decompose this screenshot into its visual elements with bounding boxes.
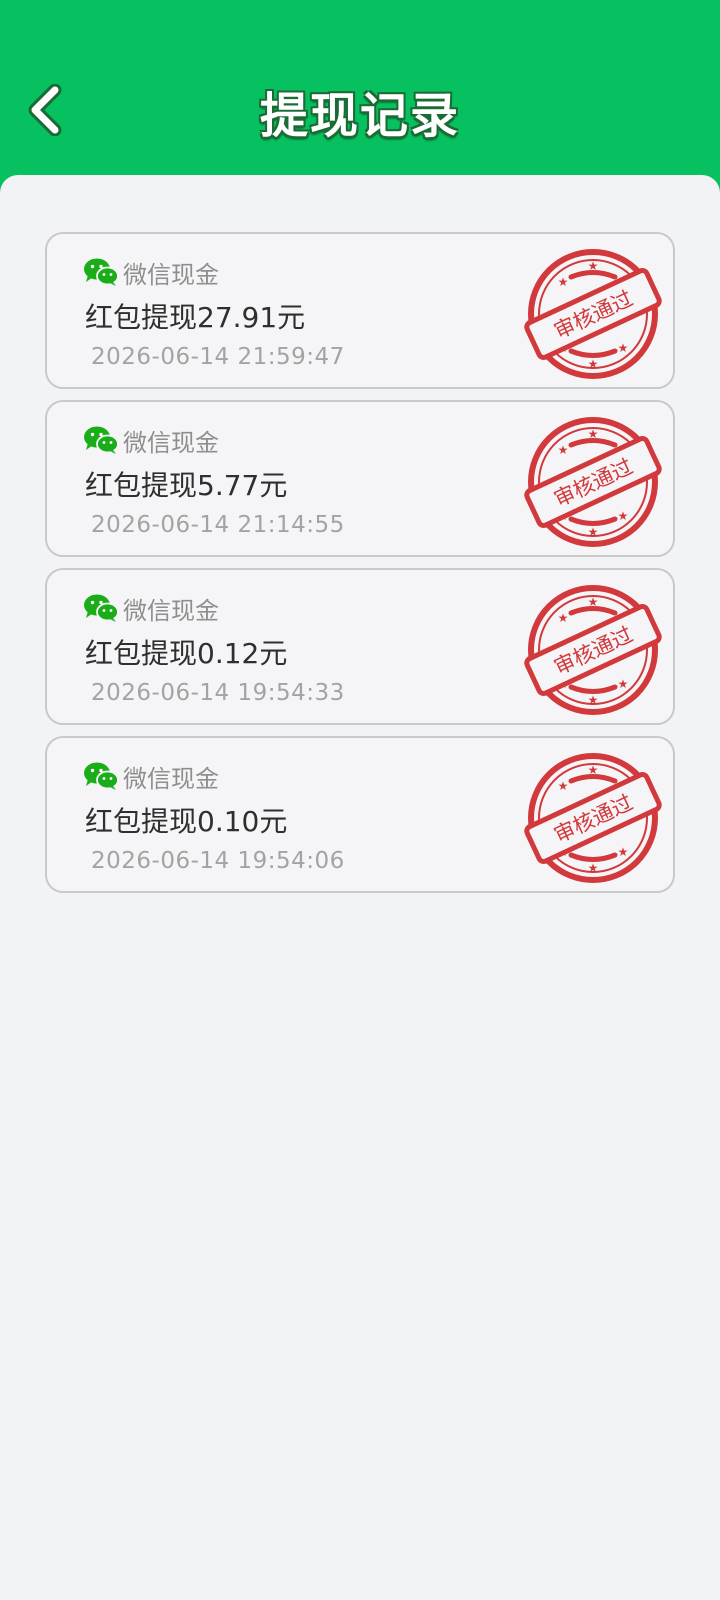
record-card[interactable]: 微信现金 红包提现27.91元 2026-06-14 21:59:47 ★ ★ … (45, 232, 675, 389)
svg-text:★: ★ (558, 443, 569, 457)
channel: 微信现金 (83, 758, 219, 794)
app-header: 提现记录 (0, 0, 720, 200)
svg-text:★: ★ (618, 845, 629, 859)
channel-label: 微信现金 (123, 428, 219, 457)
approved-stamp: ★ ★ ★ ★ ★ ★ 审核通过 (524, 585, 662, 715)
svg-text:★: ★ (588, 427, 599, 441)
wechat-icon (84, 762, 119, 790)
withdrawal-amount: 红包提现27.91元 (85, 301, 306, 334)
withdrawal-amount: 红包提现5.77元 (85, 469, 288, 502)
channel-label: 微信现金 (123, 596, 219, 625)
content-panel: 微信现金 红包提现27.91元 2026-06-14 21:59:47 ★ ★ … (0, 175, 720, 1600)
svg-text:★: ★ (618, 341, 629, 355)
page-title: 提现记录 (259, 88, 460, 144)
channel-label: 微信现金 (123, 764, 219, 793)
approved-stamp: ★ ★ ★ ★ ★ ★ 审核通过 (524, 417, 662, 547)
approved-stamp: ★ ★ ★ ★ ★ ★ 审核通过 (524, 753, 662, 883)
channel-label: 微信现金 (123, 260, 219, 289)
wechat-icon (84, 426, 119, 454)
withdrawal-amount: 红包提现0.10元 (85, 805, 288, 838)
withdrawal-time: 2026-06-14 21:59:47 (91, 344, 345, 370)
withdrawal-record-list: 微信现金 红包提现27.91元 2026-06-14 21:59:47 ★ ★ … (45, 232, 675, 904)
channel: 微信现金 (83, 254, 219, 290)
svg-text:★: ★ (588, 693, 599, 707)
withdrawal-amount: 红包提现0.12元 (85, 637, 288, 670)
approved-stamp: ★ ★ ★ ★ ★ ★ 审核通过 (524, 249, 662, 379)
svg-text:★: ★ (588, 595, 599, 609)
wechat-icon (84, 258, 119, 286)
withdrawal-time: 2026-06-14 21:14:55 (91, 512, 345, 538)
withdrawal-time: 2026-06-14 19:54:06 (91, 848, 345, 874)
svg-text:★: ★ (588, 861, 599, 875)
withdrawal-time: 2026-06-14 19:54:33 (91, 680, 345, 706)
channel: 微信现金 (83, 422, 219, 458)
svg-text:★: ★ (588, 525, 599, 539)
svg-text:★: ★ (618, 509, 629, 523)
svg-text:★: ★ (558, 611, 569, 625)
record-card[interactable]: 微信现金 红包提现5.77元 2026-06-14 21:14:55 ★ ★ ★… (45, 400, 675, 557)
record-card[interactable]: 微信现金 红包提现0.10元 2026-06-14 19:54:06 ★ ★ ★… (45, 736, 675, 893)
svg-text:★: ★ (588, 357, 599, 371)
svg-text:★: ★ (618, 677, 629, 691)
svg-text:★: ★ (588, 763, 599, 777)
svg-text:★: ★ (558, 275, 569, 289)
svg-text:★: ★ (588, 259, 599, 273)
wechat-icon (84, 594, 119, 622)
record-card[interactable]: 微信现金 红包提现0.12元 2026-06-14 19:54:33 ★ ★ ★… (45, 568, 675, 725)
channel: 微信现金 (83, 590, 219, 626)
svg-text:★: ★ (558, 779, 569, 793)
